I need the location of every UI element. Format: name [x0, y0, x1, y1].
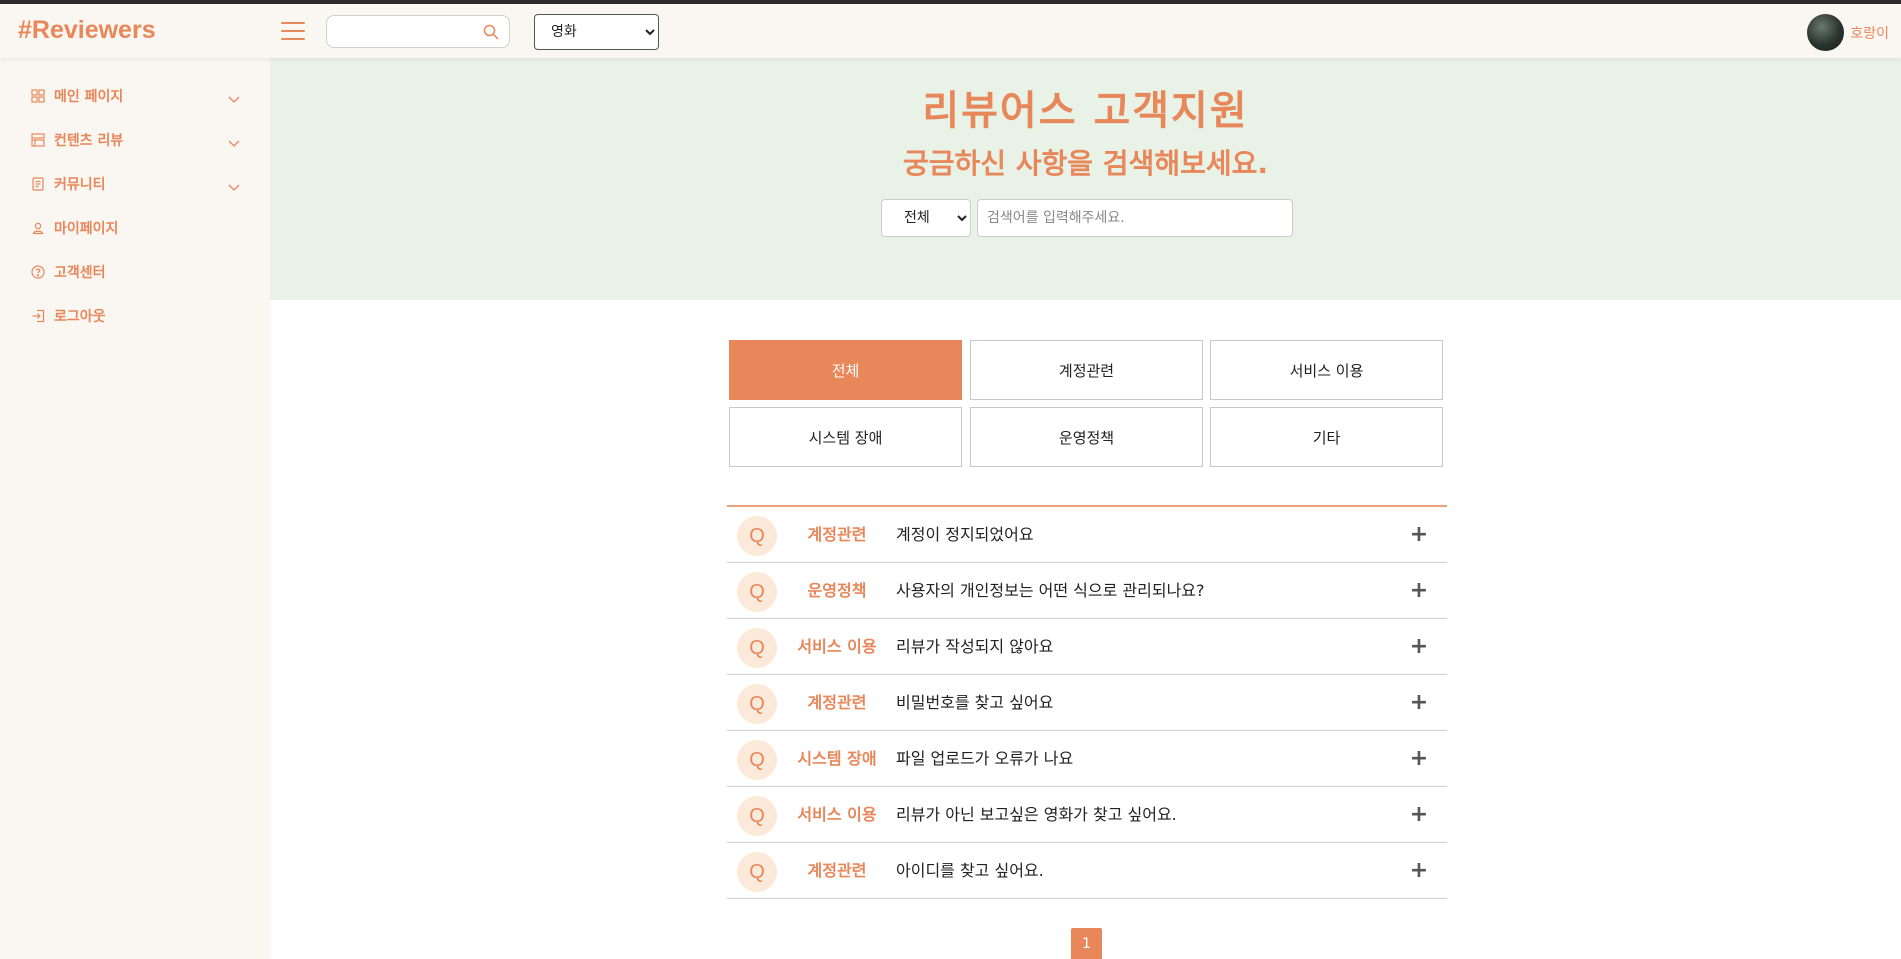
tab-all[interactable]: 전체: [729, 340, 962, 400]
faq-question[interactable]: 비밀번호를 찾고 싶어요: [896, 675, 1053, 731]
plus-icon[interactable]: +: [1409, 580, 1429, 602]
faq-row[interactable]: Q 계정관련 계정이 정지되었어요 +: [727, 507, 1447, 563]
faq-category: 계정관련: [807, 525, 867, 544]
category-tabs: 전체 계정관련 서비스 이용 시스템 장애 운영정책 기타: [729, 340, 1444, 468]
user-name[interactable]: 호랑이: [1850, 23, 1889, 43]
sidebar: 메인 페이지 컨텐츠 리뷰 커뮤니티 마이페이지 고객센터 로그아웃: [0, 58, 270, 959]
faq-row[interactable]: Q 서비스 이용 리뷰가 아닌 보고싶은 영화가 찾고 싶어요. +: [727, 787, 1447, 843]
tab-service[interactable]: 서비스 이용: [1210, 340, 1443, 400]
sidebar-item-community[interactable]: 커뮤니티: [30, 169, 240, 199]
question-badge: Q: [737, 740, 777, 780]
page-subtitle: 궁금하신 사항을 검색해보세요.: [902, 147, 1268, 180]
faq-row[interactable]: Q 계정관련 비밀번호를 찾고 싶어요 +: [727, 675, 1447, 731]
sidebar-item-logout[interactable]: 로그아웃: [30, 301, 240, 331]
sidebar-item-label: 로그아웃: [54, 309, 106, 325]
sidebar-item-mypage[interactable]: 마이페이지: [30, 213, 240, 243]
question-badge: Q: [737, 796, 777, 836]
question-badge: Q: [737, 684, 777, 724]
search-icon[interactable]: [483, 24, 499, 44]
faq-question[interactable]: 파일 업로드가 오류가 나요: [896, 731, 1073, 787]
header-search-input[interactable]: [335, 16, 480, 47]
sidebar-item-label: 메인 페이지: [54, 89, 124, 105]
plus-icon[interactable]: +: [1409, 860, 1429, 882]
plus-icon[interactable]: +: [1409, 804, 1429, 826]
faq-question[interactable]: 계정이 정지되었어요: [896, 507, 1034, 563]
faq-question[interactable]: 아이디를 찾고 싶어요.: [896, 843, 1044, 899]
plus-icon[interactable]: +: [1409, 524, 1429, 546]
header-search: [326, 15, 510, 48]
sidebar-item-support[interactable]: 고객센터: [30, 257, 240, 287]
top-header: #Reviewers 영화 호랑이: [0, 4, 1901, 58]
sidebar-item-main[interactable]: 메인 페이지: [30, 81, 240, 111]
faq-category: 시스템 장애: [797, 749, 877, 768]
question-badge: Q: [737, 852, 777, 892]
tab-etc[interactable]: 기타: [1210, 407, 1443, 467]
faq-row[interactable]: Q 서비스 이용 리뷰가 작성되지 않아요 +: [727, 619, 1447, 675]
sidebar-item-label: 컨텐츠 리뷰: [54, 133, 124, 149]
app-logo[interactable]: #Reviewers: [18, 16, 156, 45]
menu-toggle-icon[interactable]: [281, 22, 305, 42]
faq-category: 계정관련: [807, 693, 867, 712]
tab-account[interactable]: 계정관련: [970, 340, 1203, 400]
faq-question[interactable]: 사용자의 개인정보는 어떤 식으로 관리되나요?: [896, 563, 1205, 619]
sidebar-item-label: 고객센터: [54, 265, 106, 281]
faq-question[interactable]: 리뷰가 아닌 보고싶은 영화가 찾고 싶어요.: [896, 787, 1177, 843]
pagination-page-1[interactable]: 1: [1071, 928, 1102, 959]
plus-icon[interactable]: +: [1409, 636, 1429, 658]
logout-icon: [30, 308, 46, 324]
question-badge: Q: [737, 572, 777, 612]
help-icon: [30, 264, 46, 280]
faq-category: 서비스 이용: [797, 637, 877, 656]
faq-search-input[interactable]: [977, 199, 1293, 237]
support-banner: 리뷰어스 고객지원 궁금하신 사항을 검색해보세요. 전체: [270, 58, 1901, 300]
page-title: 리뷰어스 고객지원: [922, 88, 1249, 134]
document-icon: [30, 176, 46, 192]
plus-icon[interactable]: +: [1409, 748, 1429, 770]
faq-list: Q 계정관련 계정이 정지되었어요 + Q 운영정책 사용자의 개인정보는 어떤…: [727, 505, 1447, 899]
user-icon: [30, 220, 46, 236]
faq-category: 운영정책: [807, 581, 867, 600]
chevron-down-icon[interactable]: [228, 89, 240, 108]
sidebar-item-label: 마이페이지: [54, 221, 119, 237]
question-badge: Q: [737, 516, 777, 556]
faq-row[interactable]: Q 시스템 장애 파일 업로드가 오류가 나요 +: [727, 731, 1447, 787]
tab-system-error[interactable]: 시스템 장애: [729, 407, 962, 467]
user-menu[interactable]: 호랑이: [1807, 14, 1889, 51]
faq-question[interactable]: 리뷰가 작성되지 않아요: [896, 619, 1053, 675]
plus-icon[interactable]: +: [1409, 692, 1429, 714]
list-icon: [30, 132, 46, 148]
sidebar-item-content-review[interactable]: 컨텐츠 리뷰: [30, 125, 240, 155]
faq-filter-select[interactable]: 전체: [881, 199, 971, 237]
faq-row[interactable]: Q 운영정책 사용자의 개인정보는 어떤 식으로 관리되나요? +: [727, 563, 1447, 619]
tab-policy[interactable]: 운영정책: [970, 407, 1203, 467]
faq-row[interactable]: Q 계정관련 아이디를 찾고 싶어요. +: [727, 843, 1447, 899]
question-badge: Q: [737, 628, 777, 668]
sidebar-item-label: 커뮤니티: [54, 177, 106, 193]
faq-category: 계정관련: [807, 861, 867, 880]
content-type-select[interactable]: 영화: [534, 14, 659, 50]
chevron-down-icon[interactable]: [228, 177, 240, 196]
grid-icon: [30, 88, 46, 104]
chevron-down-icon[interactable]: [228, 133, 240, 152]
avatar[interactable]: [1807, 14, 1845, 51]
faq-category: 서비스 이용: [797, 805, 877, 824]
